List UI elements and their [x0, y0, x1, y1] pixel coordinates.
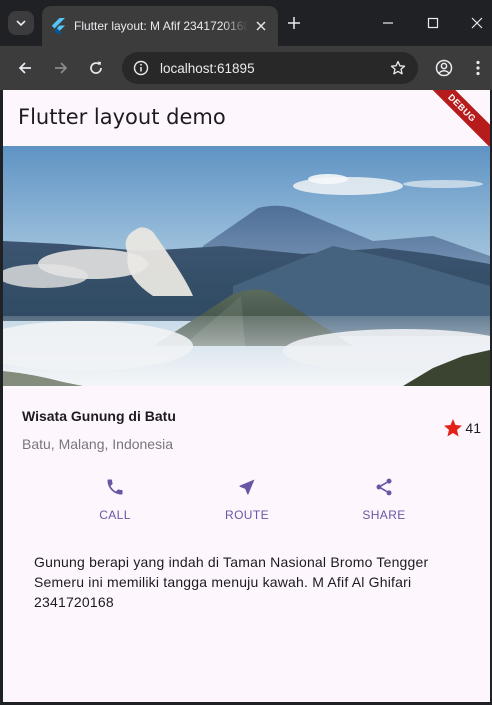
hero-image	[3, 146, 490, 386]
close-icon	[471, 17, 483, 29]
minimize-icon	[383, 22, 393, 24]
page-title: Flutter layout demo	[18, 105, 226, 129]
flutter-icon	[50, 18, 66, 34]
page-viewport: Flutter layout demo DEBUG Wisata Gunung …	[3, 90, 490, 702]
plus-icon	[288, 17, 300, 29]
tab-search-button[interactable]	[8, 11, 34, 35]
maximize-button[interactable]	[423, 13, 443, 33]
call-label: CALL	[99, 508, 131, 522]
title-section: Wisata Gunung di Batu Batu, Malang, Indo…	[3, 386, 490, 464]
arrow-left-icon	[18, 62, 31, 74]
close-tab-icon[interactable]	[252, 17, 270, 35]
place-name: Wisata Gunung di Batu	[22, 408, 176, 424]
reload-button[interactable]	[84, 56, 108, 80]
arrow-right-icon	[55, 62, 68, 74]
more-vert-icon	[476, 60, 480, 76]
url-text[interactable]: localhost:61895	[160, 61, 384, 76]
call-button[interactable]: CALL	[70, 474, 160, 522]
rating-count: 41	[465, 420, 481, 436]
new-tab-button[interactable]	[284, 13, 304, 33]
maximize-icon	[427, 17, 439, 29]
reload-icon	[90, 61, 102, 74]
forward-button[interactable]	[49, 56, 73, 80]
minimize-button[interactable]	[378, 13, 398, 33]
profile-button[interactable]	[432, 56, 456, 80]
bookmark-star-icon[interactable]	[384, 54, 412, 82]
description-text: Gunung berapi yang indah di Taman Nasion…	[34, 554, 429, 610]
site-info-icon[interactable]	[126, 52, 156, 84]
app-bar: Flutter layout demo	[3, 90, 490, 146]
chevron-down-icon	[16, 20, 26, 27]
browser-toolbar: localhost:61895	[0, 46, 492, 90]
back-button[interactable]	[13, 56, 37, 80]
address-bar[interactable]: localhost:61895	[122, 52, 418, 84]
place-location: Batu, Malang, Indonesia	[22, 436, 173, 452]
route-label: ROUTE	[225, 508, 269, 522]
phone-icon	[107, 479, 123, 495]
tab-title: Flutter layout: M Afif 2341720168	[74, 19, 248, 33]
button-row: CALL ROUTE SHARE	[3, 474, 490, 524]
tab-strip: Flutter layout: M Afif 2341720168	[0, 0, 492, 46]
route-button[interactable]: ROUTE	[202, 474, 292, 522]
share-icon	[376, 478, 392, 496]
close-window-button[interactable]	[467, 13, 487, 33]
share-button[interactable]: SHARE	[339, 474, 429, 522]
browser-menu-button[interactable]	[466, 56, 490, 80]
account-icon	[435, 59, 453, 77]
rating[interactable]: 41	[443, 418, 481, 438]
near-me-icon	[239, 479, 255, 495]
star-icon[interactable]	[443, 418, 463, 438]
share-label: SHARE	[362, 508, 406, 522]
browser-tab[interactable]: Flutter layout: M Afif 2341720168	[42, 6, 278, 46]
